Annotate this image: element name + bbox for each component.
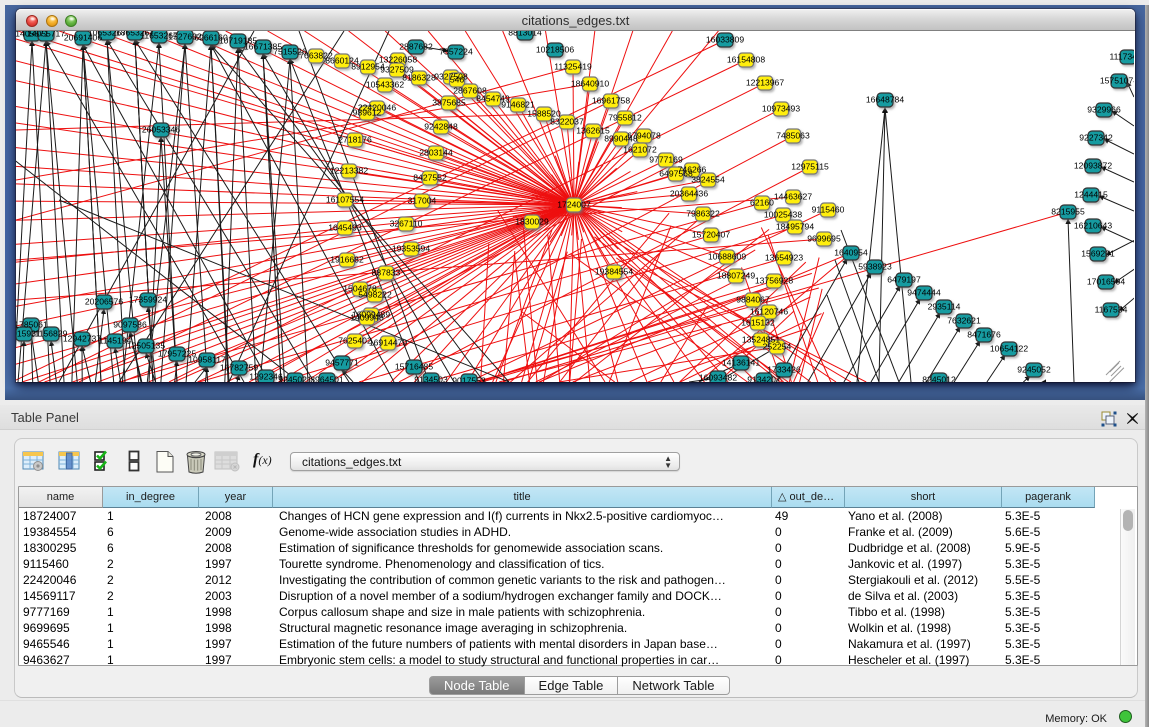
- svg-text:7632621: 7632621: [947, 316, 981, 326]
- svg-text:7357224: 7357224: [439, 47, 473, 57]
- svg-text:9017553: 9017553: [452, 376, 486, 383]
- svg-text:2718176: 2718176: [338, 135, 372, 145]
- svg-text:1640954: 1640954: [834, 248, 868, 258]
- svg-text:17359924: 17359924: [129, 295, 167, 305]
- svg-text:1569291: 1569291: [1081, 249, 1115, 259]
- svg-text:887833: 887833: [372, 268, 401, 278]
- svg-text:9474444: 9474444: [907, 288, 941, 298]
- svg-text:1615132: 1615132: [741, 318, 775, 328]
- svg-text:1645493: 1645493: [328, 223, 362, 233]
- svg-text:62160: 62160: [750, 198, 774, 208]
- svg-text:13756928: 13756928: [755, 276, 793, 286]
- svg-text:3267110: 3267110: [390, 219, 423, 229]
- svg-text:5938923: 5938923: [858, 262, 892, 272]
- svg-text:13226058: 13226058: [379, 55, 417, 65]
- svg-text:9329966: 9329966: [1087, 105, 1121, 115]
- svg-text:16107554: 16107554: [326, 195, 364, 205]
- svg-text:989612: 989612: [353, 108, 382, 118]
- svg-text:2887682: 2887682: [399, 42, 433, 52]
- svg-text:14055717: 14055717: [27, 31, 65, 39]
- svg-text:9097586: 9097586: [113, 320, 147, 330]
- svg-text:19384554: 19384554: [595, 267, 633, 277]
- svg-text:16961758: 16961758: [592, 96, 630, 106]
- svg-text:10543362: 10543362: [366, 80, 404, 90]
- svg-text:10688609: 10688609: [708, 252, 746, 262]
- svg-text:8427552: 8427552: [413, 173, 447, 183]
- svg-text:8215955: 8215955: [1051, 207, 1085, 217]
- svg-text:16210643: 16210643: [1074, 221, 1112, 231]
- svg-text:6497568: 6497568: [659, 169, 693, 179]
- svg-text:15751074: 15751074: [1100, 76, 1134, 86]
- svg-text:8471676: 8471676: [967, 330, 1001, 340]
- svg-text:16033809: 16033809: [706, 35, 744, 45]
- svg-text:16120746: 16120746: [750, 307, 788, 317]
- svg-text:18495794: 18495794: [776, 222, 814, 232]
- svg-text:9699695: 9699695: [807, 234, 841, 244]
- svg-text:10218506: 10218506: [536, 45, 574, 55]
- svg-text:546: 546: [450, 75, 465, 85]
- svg-text:5498222: 5498222: [358, 290, 392, 300]
- svg-text:16154808: 16154808: [727, 55, 765, 65]
- svg-text:6479197: 6479197: [887, 275, 921, 285]
- svg-text:1244415: 1244415: [1074, 190, 1108, 200]
- svg-text:14136141: 14136141: [722, 358, 760, 368]
- svg-text:12213967: 12213967: [746, 78, 784, 88]
- svg-text:3875685: 3875685: [432, 98, 466, 108]
- svg-text:15720407: 15720407: [692, 230, 730, 240]
- svg-text:18640910: 18640910: [571, 79, 609, 89]
- svg-text:8813014: 8813014: [508, 31, 542, 38]
- svg-text:9134503: 9134503: [414, 375, 448, 383]
- svg-text:17016504: 17016504: [1087, 277, 1125, 287]
- svg-text:8245012: 8245012: [922, 375, 956, 383]
- svg-text:16093482: 16093482: [699, 373, 737, 383]
- svg-text:11325419: 11325419: [554, 62, 592, 72]
- svg-text:20364436: 20364436: [670, 189, 708, 199]
- svg-text:10654122: 10654122: [990, 344, 1028, 354]
- svg-text:12093872: 12093872: [1074, 161, 1112, 171]
- svg-text:12213382: 12213382: [330, 166, 368, 176]
- svg-text:12942737: 12942737: [63, 334, 101, 344]
- svg-text:1916682: 1916682: [330, 255, 364, 265]
- svg-text:26053346: 26053346: [142, 125, 180, 135]
- svg-text:9242848: 9242848: [424, 122, 458, 132]
- svg-text:1621072: 1621072: [623, 145, 657, 155]
- svg-text:10025438: 10025438: [764, 210, 802, 220]
- svg-text:20206576: 20206576: [85, 297, 123, 307]
- svg-text:9245021: 9245021: [278, 375, 312, 383]
- svg-text:16914479: 16914479: [369, 338, 407, 348]
- svg-text:9245052: 9245052: [1017, 365, 1051, 375]
- svg-text:7955812: 7955812: [608, 113, 642, 123]
- svg-text:317004: 317004: [408, 196, 437, 206]
- svg-text:15716485: 15716485: [395, 362, 433, 372]
- svg-text:9884067: 9884067: [736, 295, 770, 305]
- svg-text:3824554: 3824554: [691, 175, 725, 185]
- svg-text:2935114: 2935114: [928, 302, 961, 312]
- svg-text:9227342: 9227342: [1079, 133, 1113, 143]
- svg-text:1409948: 1409948: [350, 313, 384, 323]
- svg-text:6794078: 6794078: [627, 131, 661, 141]
- svg-text:19353594: 19353594: [392, 244, 430, 254]
- svg-text:1167534: 1167534: [1095, 305, 1128, 315]
- svg-text:7485063: 7485063: [776, 131, 810, 141]
- svg-text:2803144: 2803144: [419, 148, 453, 158]
- svg-text:1724007: 1724007: [557, 200, 591, 210]
- svg-text:9115460: 9115460: [812, 205, 845, 215]
- svg-text:252254: 252254: [763, 342, 792, 352]
- svg-text:7986322: 7986322: [686, 209, 720, 219]
- svg-text:1830029: 1830029: [515, 217, 549, 227]
- svg-text:9457771: 9457771: [325, 358, 359, 368]
- svg-text:8964501: 8964501: [310, 375, 344, 383]
- svg-text:16648784: 16648784: [866, 95, 904, 105]
- svg-text:18807249: 18807249: [717, 271, 755, 281]
- svg-text:10973493: 10973493: [762, 104, 800, 114]
- svg-text:7625402: 7625402: [338, 336, 372, 346]
- svg-text:9777169: 9777169: [649, 155, 683, 165]
- svg-text:1733426: 1733426: [767, 365, 801, 375]
- svg-text:12975115: 12975115: [791, 162, 829, 172]
- svg-text:11173458: 11173458: [1110, 52, 1134, 62]
- svg-text:8186328: 8186328: [402, 73, 436, 83]
- svg-text:13654923: 13654923: [765, 253, 803, 263]
- svg-text:9134207: 9134207: [747, 375, 781, 383]
- svg-text:14463627: 14463627: [774, 192, 812, 202]
